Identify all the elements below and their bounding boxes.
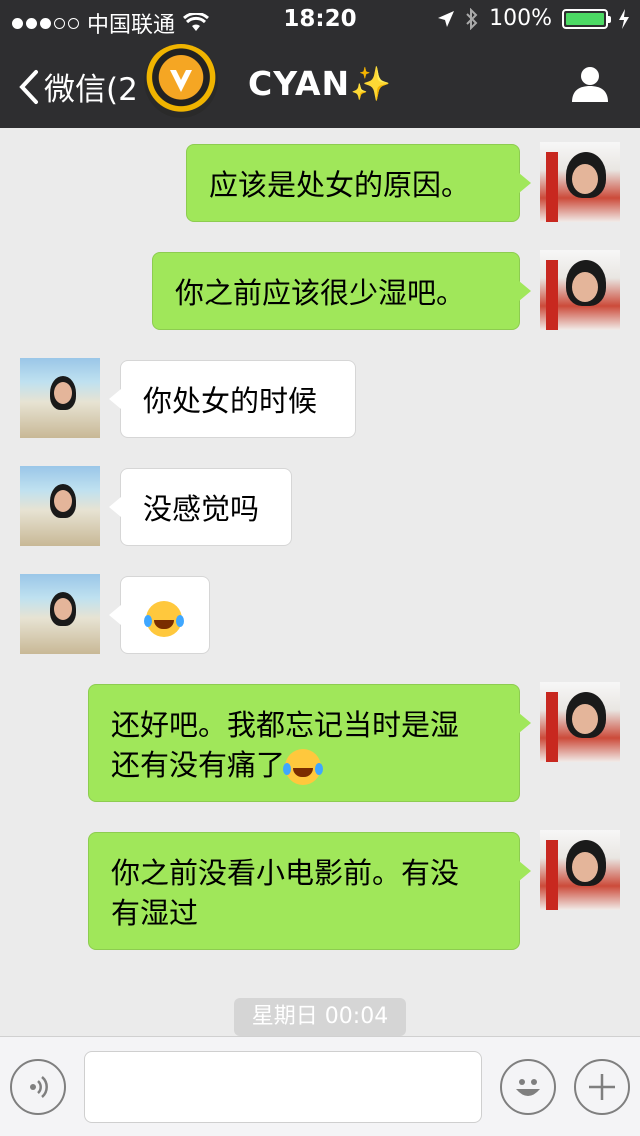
message-bubble-sent[interactable]: 你之前应该很少湿吧。 (152, 252, 531, 330)
message-text: 没感觉吗 (143, 492, 260, 526)
message-text: 你之前应该很少湿吧。 (175, 276, 466, 310)
contact-avatar[interactable] (20, 574, 100, 654)
message-text: 你处女的时候 (143, 384, 318, 418)
message-bubble-sent[interactable]: 你之前没看小电影前。有没 有湿过 (88, 832, 531, 950)
message-bubble-received[interactable]: 没感觉吗 (109, 468, 292, 546)
emoji-button[interactable] (500, 1059, 556, 1115)
emoji-icon (516, 1079, 540, 1096)
back-button[interactable]: 微信(2 (18, 64, 138, 109)
battery-icon (562, 8, 611, 29)
message-text-line: 你之前没看小电影前。有没 (111, 856, 460, 890)
message-input[interactable] (84, 1051, 482, 1123)
contact-avatar[interactable] (20, 358, 100, 438)
status-bar: 中国联通 18:20 100% (0, 0, 640, 40)
message-bubble-sent[interactable]: 应该是处女的原因。 (186, 144, 531, 222)
plus-icon (589, 1074, 615, 1100)
more-options-button[interactable] (574, 1059, 630, 1115)
contact-avatar[interactable] (20, 466, 100, 546)
message-timestamp: 星期日 00:04 (234, 998, 406, 1036)
message-bubble-sent[interactable]: 还好吧。我都忘记当时是湿 还有没有痛了 (88, 684, 531, 802)
message-text-line: 有湿过 (111, 896, 199, 930)
bluetooth-icon (466, 7, 478, 30)
voice-button[interactable] (10, 1059, 66, 1115)
message-text-line: 还有没有痛了 (111, 748, 286, 782)
my-avatar[interactable] (540, 682, 620, 762)
back-label: 微信(2 (44, 72, 138, 108)
location-arrow-icon (438, 10, 455, 27)
voice-icon (30, 1076, 48, 1098)
message-bubble-received[interactable] (109, 576, 210, 654)
message-bubble-received[interactable]: 你处女的时候 (109, 360, 356, 438)
my-avatar[interactable] (540, 250, 620, 330)
message-text-line: 还好吧。我都忘记当时是湿 (111, 708, 460, 742)
message-list[interactable]: 应该是处女的原因。 你之前应该很少湿吧。 你处女的时候 没感觉吗 还好吧。我都忘… (0, 128, 640, 1036)
charging-icon (619, 8, 629, 29)
laughing-tears-icon (144, 601, 182, 637)
battery-percent: 100% (489, 6, 552, 31)
message-text: 应该是处女的原因。 (209, 168, 471, 202)
floating-badge-icon[interactable] (144, 44, 218, 118)
laughing-tears-icon (283, 749, 322, 785)
input-bar (0, 1036, 640, 1136)
my-avatar[interactable] (540, 142, 620, 222)
chat-title: CYAN✨ (248, 64, 393, 103)
nav-bar: 微信(2 CYAN✨ (0, 40, 640, 128)
my-avatar[interactable] (540, 830, 620, 910)
chevron-left-icon (19, 69, 38, 104)
contact-profile-icon[interactable] (570, 64, 610, 104)
